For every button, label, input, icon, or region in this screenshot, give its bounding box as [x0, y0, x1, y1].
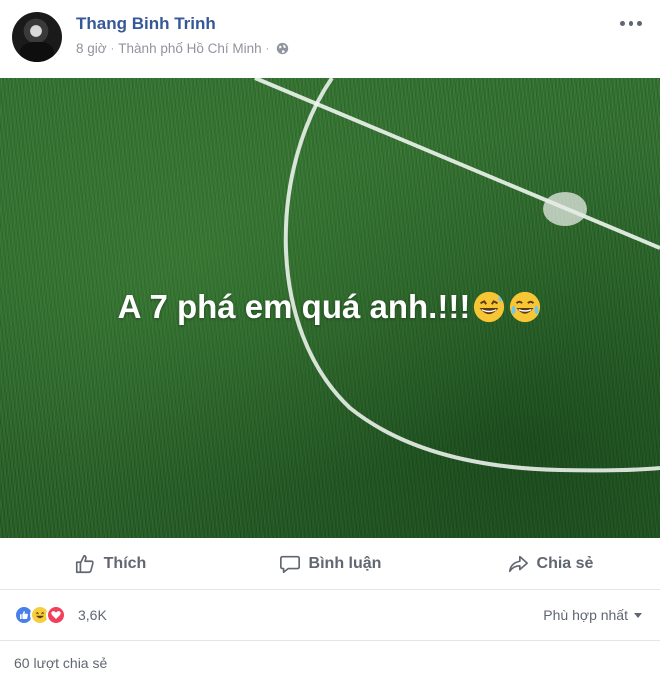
reaction-count[interactable]: 3,6K — [78, 607, 107, 623]
comment-icon — [279, 555, 300, 573]
comment-sort-select[interactable]: Phù hợp nhất — [543, 607, 642, 623]
post-meta: 8 giờ · Thành phố Hồ Chí Minh · — [76, 41, 289, 56]
author-name[interactable]: Thang Binh Trinh — [76, 14, 216, 34]
globe-icon[interactable] — [276, 42, 289, 55]
sort-label: Phù hợp nhất — [543, 607, 628, 623]
action-bar: Thích Bình luận Chia sẻ — [0, 538, 660, 590]
post-header: Thang Binh Trinh 8 giờ · Thành phố Hồ Ch… — [0, 0, 660, 78]
grinning-sweat-icon — [474, 291, 505, 323]
more-options-icon[interactable] — [620, 18, 643, 28]
share-label: Chia sẻ — [536, 554, 594, 572]
post-text: A 7 phá em quá anh.!!! — [0, 288, 660, 326]
avatar[interactable] — [12, 12, 62, 62]
meta-separator-2: · — [265, 42, 270, 55]
reaction-icons[interactable] — [14, 605, 66, 625]
post-image[interactable]: A 7 phá em quá anh.!!! — [0, 78, 660, 538]
comment-button[interactable]: Bình luận — [220, 538, 440, 589]
like-label: Thích — [103, 554, 147, 572]
post-time[interactable]: 8 giờ — [76, 41, 107, 56]
caret-down-icon — [634, 612, 642, 618]
post-location[interactable]: Thành phố Hồ Chí Minh — [118, 41, 261, 56]
reactions-row: 3,6K Phù hợp nhất — [0, 591, 660, 641]
thumbs-up-icon — [75, 554, 94, 573]
share-count[interactable]: 60 lượt chia sẻ — [14, 655, 107, 671]
share-icon — [508, 555, 528, 572]
love-reaction-icon — [46, 605, 66, 625]
comment-label: Bình luận — [308, 554, 382, 572]
tears-of-joy-icon — [510, 291, 541, 323]
like-button[interactable]: Thích — [0, 538, 220, 589]
meta-separator: · — [110, 42, 115, 55]
post-text-content: A 7 phá em quá anh.!!! — [117, 288, 471, 325]
share-button[interactable]: Chia sẻ — [440, 538, 660, 589]
